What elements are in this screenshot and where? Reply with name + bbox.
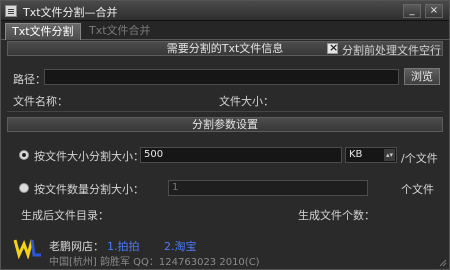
taobao-link[interactable]: 2.淘宝	[164, 238, 197, 254]
spinner-arrows-icon: ▴▾	[384, 149, 395, 161]
title-bar[interactable]: Txt文件分割—合并 _ ×	[1, 1, 449, 21]
preprocess-checkbox-label: 分割前处理文件空行	[342, 44, 441, 57]
split-by-count-label: 按文件数量分割大小：	[34, 183, 144, 196]
output-count-label: 生成文件个数：	[298, 209, 375, 222]
notepad-icon	[5, 5, 17, 17]
shop-label: 老鹏网店：	[49, 240, 104, 253]
split-by-size-radio[interactable]	[19, 150, 29, 160]
paipai-link[interactable]: 1.拍拍	[107, 238, 140, 254]
minimize-button[interactable]: _	[403, 4, 421, 18]
count-suffix-label: 个文件	[401, 183, 434, 196]
split-params-header: 分割参数设置	[7, 117, 443, 132]
output-dir-label: 生成后文件目录：	[21, 209, 109, 222]
filesize-label: 文件大小：	[219, 95, 274, 108]
size-unit-select[interactable]: KB ▴▾	[345, 147, 397, 163]
filename-label: 文件名称：	[13, 95, 68, 108]
path-label: 路径：	[13, 73, 46, 86]
size-suffix-label: /个文件	[401, 152, 438, 165]
app-window: Txt文件分割—合并 _ × Txt文件分割 Txt文件合并 需要分割的Txt文…	[0, 0, 450, 270]
shop-logo	[13, 239, 41, 259]
size-unit-value: KB	[349, 149, 363, 160]
count-input[interactable]: 1	[168, 180, 368, 196]
tab-merge[interactable]: Txt文件合并	[83, 23, 157, 40]
tab-split[interactable]: Txt文件分割	[5, 23, 81, 40]
split-by-count-radio[interactable]	[19, 183, 29, 193]
browse-button[interactable]: 浏览	[404, 68, 440, 85]
file-info-title: 需要分割的Txt文件信息	[166, 42, 284, 55]
split-by-size-label: 按文件大小分割大小：	[34, 150, 144, 163]
close-button[interactable]: ×	[425, 4, 443, 18]
window-title: Txt文件分割—合并	[23, 6, 118, 19]
path-input[interactable]	[44, 69, 399, 85]
size-input[interactable]: 500	[140, 147, 342, 163]
author-credit: 中国[杭州] 韵胜军 QQ：124763023 2010(C)	[49, 257, 260, 268]
section-divider	[7, 111, 443, 112]
resize-grip-icon[interactable]	[439, 259, 447, 267]
tab-bar: Txt文件分割 Txt文件合并	[1, 21, 449, 40]
preprocess-checkbox[interactable]	[327, 41, 338, 54]
split-params-title: 分割参数设置	[192, 118, 258, 131]
